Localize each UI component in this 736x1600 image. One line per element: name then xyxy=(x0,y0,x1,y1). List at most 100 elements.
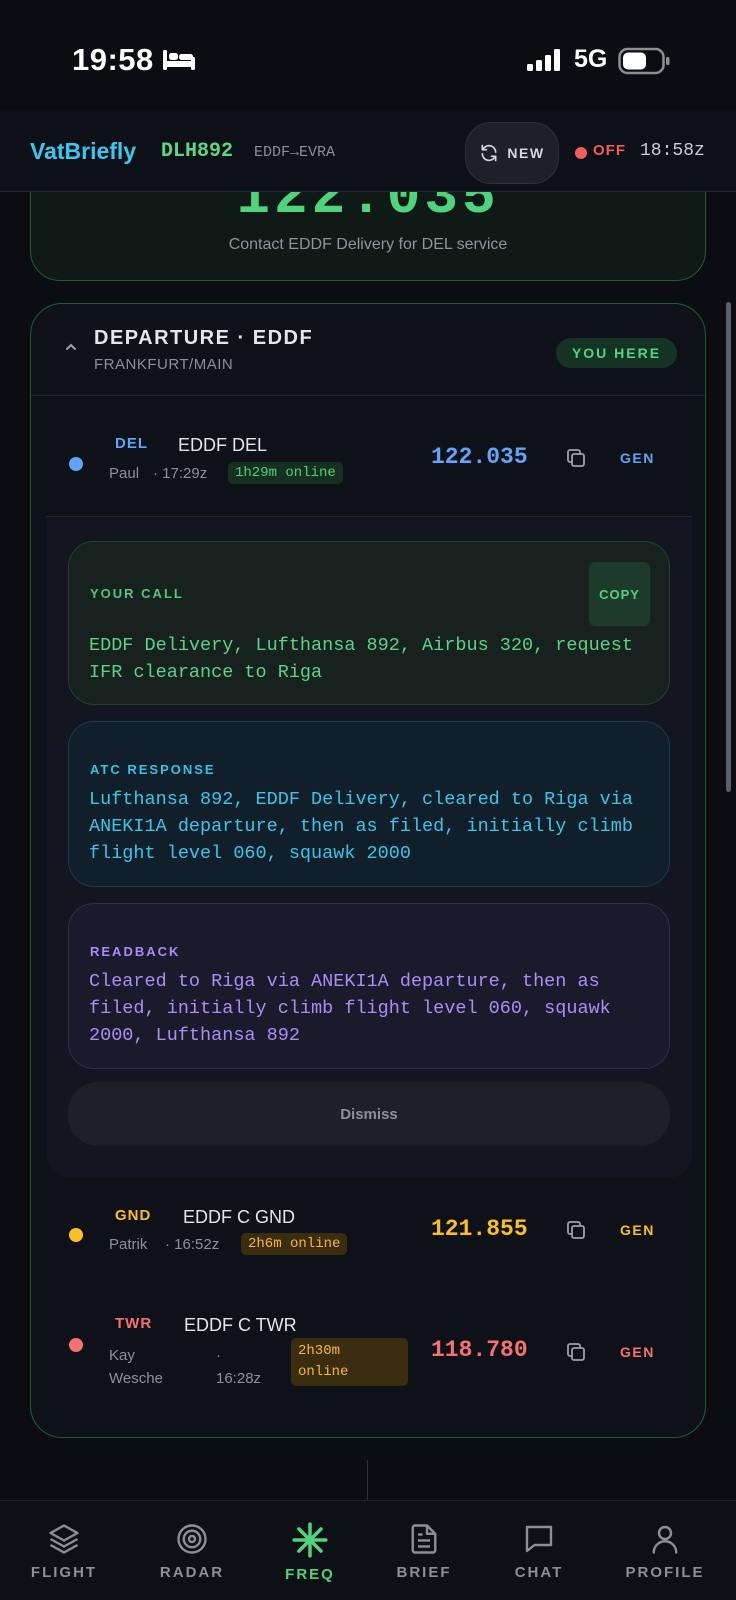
online-duration-badge: 2h6m online xyxy=(241,1233,348,1255)
logon-time: · 16:52z xyxy=(165,1236,220,1253)
person-icon xyxy=(652,1525,678,1554)
departure-title: DEPARTURE · EDDF xyxy=(94,327,314,349)
you-here-badge: YOU HERE xyxy=(556,338,677,368)
layers-icon xyxy=(49,1524,79,1554)
station-frequency[interactable]: 121.855 xyxy=(431,1216,528,1242)
network-type: 5G xyxy=(574,45,608,73)
station-status-dot xyxy=(69,1228,83,1242)
your-call-text: EDDF Delivery, Lufthansa 892, Airbus 320… xyxy=(89,632,649,686)
logon-time: · 16:28z xyxy=(216,1344,261,1390)
nav-label: CHAT xyxy=(514,1564,564,1581)
app-logo: VatBriefly xyxy=(30,138,137,164)
atc-response-box: ATC RESPONSE Lufthansa 892, EDDF Deliver… xyxy=(68,721,670,887)
online-duration-badge: 2h30m online xyxy=(291,1338,408,1386)
departure-card: DEPARTURE · EDDF FRANKFURT/MAIN YOU HERE… xyxy=(30,303,706,1438)
atc-response-line: flight level 060, squawk 2000 xyxy=(89,843,411,864)
nav-label: PROFILE xyxy=(625,1564,705,1581)
logon-time-line: 16:28z xyxy=(216,1370,262,1387)
your-call-box: YOUR CALL COPY EDDF Delivery, Lufthansa … xyxy=(68,541,670,705)
logon-time: · 17:29z xyxy=(153,465,208,482)
connection-status[interactable]: OFF xyxy=(593,142,626,159)
zulu-time: 18:58z xyxy=(640,141,705,161)
dismiss-button[interactable]: Dismiss xyxy=(68,1082,670,1146)
readback-box: READBACK Cleared to Riga via ANEKI1A dep… xyxy=(68,903,670,1069)
refresh-icon xyxy=(481,144,497,162)
station-row-twr[interactable]: TWR EDDF C TWR Kay Wesche · 16:28z 2h30m… xyxy=(31,1300,705,1410)
atc-response-line: ANEKI1A departure, then as filed, initia… xyxy=(89,816,633,837)
nav-freq[interactable]: FREQ xyxy=(255,1501,365,1600)
readback-line: filed, initially climb flight level 060,… xyxy=(89,998,611,1019)
readback-line: Cleared to Riga via ANEKI1A departure, t… xyxy=(89,971,600,992)
departure-subtitle: FRANKFURT/MAIN xyxy=(94,356,234,373)
copy-icon[interactable] xyxy=(564,1340,588,1364)
del-communication-panel: YOUR CALL COPY EDDF Delivery, Lufthansa … xyxy=(46,516,692,1178)
station-name: EDDF DEL xyxy=(178,435,268,455)
controller-name: Patrik xyxy=(109,1236,148,1253)
station-frequency[interactable]: 118.780 xyxy=(431,1337,528,1363)
station-status-dot xyxy=(69,457,83,471)
logon-time-line: · xyxy=(216,1347,221,1364)
asterisk-icon xyxy=(292,1522,328,1558)
status-bar: 19:58 5G xyxy=(0,0,736,110)
nav-label: BRIEF xyxy=(396,1564,452,1581)
station-name: EDDF C TWR xyxy=(184,1315,297,1335)
document-icon xyxy=(411,1524,437,1554)
nav-flight[interactable]: FLIGHT xyxy=(9,1501,119,1600)
generate-button[interactable]: GEN xyxy=(620,1222,655,1238)
controller-name: Kay Wesche xyxy=(109,1344,163,1390)
status-time: 19:58 xyxy=(72,42,154,77)
your-call-label: YOUR CALL xyxy=(90,586,184,601)
your-call-line: EDDF Delivery, Lufthansa 892, Airbus 320… xyxy=(89,635,633,656)
station-type: DEL xyxy=(115,435,148,452)
readback-label: READBACK xyxy=(90,944,181,959)
station-name: EDDF C GND xyxy=(183,1207,295,1227)
nav-radar[interactable]: RADAR xyxy=(137,1501,247,1600)
readback-text: Cleared to Riga via ANEKI1A departure, t… xyxy=(89,968,649,1049)
chat-bubble-icon xyxy=(525,1525,553,1553)
battery-icon xyxy=(618,47,672,80)
generate-button[interactable]: GEN xyxy=(620,1344,655,1360)
radar-icon xyxy=(177,1524,207,1554)
cellular-signal-icon xyxy=(527,49,563,76)
nav-label: FLIGHT xyxy=(30,1564,98,1581)
controller-name: Paul xyxy=(109,465,140,482)
sleep-focus-icon xyxy=(162,48,196,77)
route: EDDF→EVRA xyxy=(254,144,336,161)
station-frequency[interactable]: 122.035 xyxy=(431,444,528,470)
nav-profile[interactable]: PROFILE xyxy=(610,1501,720,1600)
copy-call-button[interactable]: COPY xyxy=(589,562,650,626)
station-row-gnd[interactable]: GND EDDF C GND Patrik · 16:52z 2h6m onli… xyxy=(31,1192,705,1292)
generate-button[interactable]: GEN xyxy=(620,450,655,466)
station-type: GND xyxy=(115,1207,152,1224)
copy-icon[interactable] xyxy=(564,1218,588,1242)
app-header: VatBriefly DLH892 EDDF→EVRA NEW OFF 18:5… xyxy=(0,110,736,192)
contact-note: Contact EDDF Delivery for DEL service xyxy=(228,236,508,253)
nav-label: FREQ xyxy=(285,1566,335,1583)
readback-line: 2000, Lufthansa 892 xyxy=(89,1025,300,1046)
online-duration-line: online xyxy=(298,1364,349,1380)
status-dot xyxy=(575,147,587,159)
chevron-up-icon[interactable] xyxy=(64,342,78,352)
scrollbar[interactable] xyxy=(726,302,731,792)
divider xyxy=(367,1460,368,1500)
atc-response-label: ATC RESPONSE xyxy=(90,762,216,777)
nav-brief[interactable]: BRIEF xyxy=(369,1501,479,1600)
atc-response-line: Lufthansa 892, EDDF Delivery, cleared to… xyxy=(89,789,633,810)
online-duration-badge: 1h29m online xyxy=(228,462,343,484)
new-briefing-button[interactable]: NEW xyxy=(465,122,559,184)
nav-chat[interactable]: CHAT xyxy=(484,1501,594,1600)
controller-name-line: Wesche xyxy=(109,1370,163,1387)
nav-label: RADAR xyxy=(159,1564,225,1581)
station-type: TWR xyxy=(115,1315,153,1332)
departure-header[interactable]: DEPARTURE · EDDF FRANKFURT/MAIN YOU HERE xyxy=(31,304,705,396)
bottom-navigation: FLIGHT RADAR FREQ BRIEF CHAT PROFILE xyxy=(0,1500,736,1600)
controller-name-line: Kay xyxy=(109,1347,135,1364)
atc-response-text: Lufthansa 892, EDDF Delivery, cleared to… xyxy=(89,786,649,867)
new-label: NEW xyxy=(507,145,545,161)
callsign: DLH892 xyxy=(161,140,234,163)
your-call-line: IFR clearance to Riga xyxy=(89,662,323,683)
station-status-dot xyxy=(69,1338,83,1352)
station-row-del[interactable]: DEL EDDF DEL Paul · 17:29z 1h29m online … xyxy=(31,404,705,504)
online-duration-line: 2h30m xyxy=(298,1343,341,1359)
copy-icon[interactable] xyxy=(564,446,588,470)
